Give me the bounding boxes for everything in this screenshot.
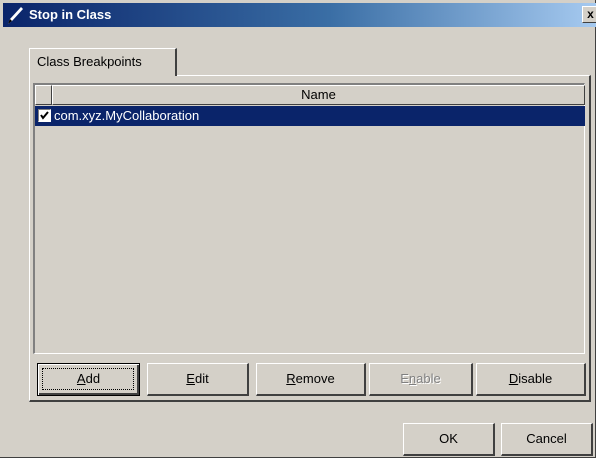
- remove-mnemonic: R: [286, 371, 296, 386]
- remove-button[interactable]: Remove: [256, 363, 366, 396]
- tab-label: Class Breakpoints: [37, 54, 142, 69]
- title-bar[interactable]: Stop in Class x: [3, 3, 596, 27]
- pencil-icon: [8, 7, 23, 24]
- cancel-button[interactable]: Cancel: [501, 423, 593, 456]
- enable-pre: E: [400, 371, 409, 386]
- add-button[interactable]: Add: [37, 363, 140, 396]
- ok-button[interactable]: OK: [403, 423, 495, 456]
- disable-label-rest: isable: [518, 371, 553, 386]
- disable-button[interactable]: Disable: [476, 363, 586, 396]
- edit-button[interactable]: Edit: [147, 363, 249, 396]
- enable-label-rest: able: [416, 371, 441, 386]
- focus-rect: [42, 368, 134, 390]
- column-header-check[interactable]: [35, 85, 52, 105]
- edit-mnemonic: E: [186, 371, 195, 386]
- disable-mnemonic: D: [508, 371, 519, 386]
- enable-button[interactable]: Enable: [369, 363, 473, 396]
- edit-label-rest: dit: [194, 371, 209, 386]
- tab-class-breakpoints[interactable]: Class Breakpoints: [29, 48, 177, 76]
- checkmark-icon: [40, 111, 49, 120]
- table-row[interactable]: com.xyz.MyCollaboration: [35, 106, 585, 126]
- remove-label-rest: emove: [295, 371, 335, 386]
- window-title: Stop in Class: [29, 7, 112, 22]
- column-header-name[interactable]: Name: [52, 85, 585, 105]
- stop-in-class-dialog: Stop in Class x Class Breakpoints Name c…: [0, 0, 596, 458]
- breakpoints-table: Name com.xyz.MyCollaboration: [33, 83, 585, 354]
- row-checkbox[interactable]: [38, 109, 51, 122]
- row-name: com.xyz.MyCollaboration: [54, 108, 200, 123]
- close-button[interactable]: x: [582, 6, 596, 23]
